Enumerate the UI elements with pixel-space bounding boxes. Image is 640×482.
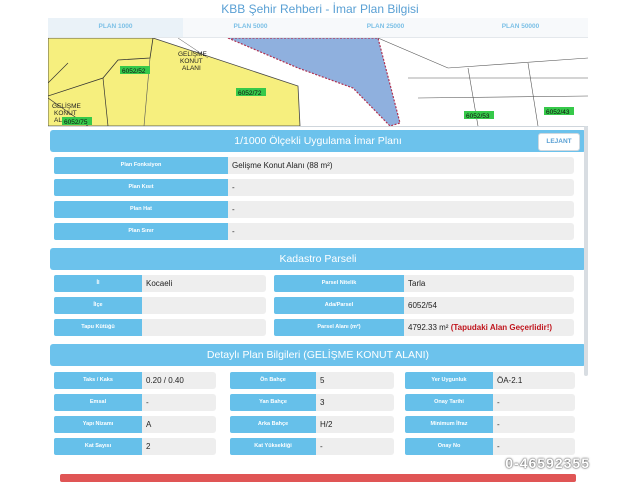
listing-id-watermark: 0-46592355 bbox=[505, 455, 590, 471]
kadastro-row-nitelik: Parsel Nitelik Tarla bbox=[274, 275, 574, 292]
kadastro-row-ada-parsel: Ada/Parsel 6052/54 bbox=[274, 297, 574, 314]
warning-bar bbox=[60, 474, 576, 482]
parcel-label-6052-52: 6052/52 bbox=[122, 68, 146, 75]
parcel-label-6052-75: 6052/75 bbox=[64, 119, 88, 126]
scrollbar[interactable] bbox=[584, 126, 588, 376]
detay-row-onay-no: Onay No - bbox=[405, 438, 575, 455]
svg-text:KONUT: KONUT bbox=[180, 58, 203, 65]
map-label-zone-1: GELİŞME bbox=[178, 49, 208, 58]
detay-row-kat-yuksekligi: Kat Yüksekliği - bbox=[230, 438, 394, 455]
detay-row-minimum-ifraz: Minimum İfraz - bbox=[405, 416, 575, 433]
detay-row-nizam: Yapı Nizamı A bbox=[54, 416, 216, 433]
detay-row-kat-sayisi: Kat Sayısı 2 bbox=[54, 438, 216, 455]
plan-scale-tabs: PLAN 1000 PLAN 5000 PLAN 25000 PLAN 5000… bbox=[48, 18, 588, 38]
detay-row-on-bahce: Ön Bahçe 5 bbox=[230, 372, 394, 389]
detay-row-yan-bahce: Yan Bahçe 3 bbox=[230, 394, 394, 411]
plan-row-border: Plan Sınır - bbox=[54, 223, 574, 240]
detay-row-onay-tarihi: Onay Tarihi - bbox=[405, 394, 575, 411]
parcel-label-6052-72: 6052/72 bbox=[238, 90, 262, 97]
detay-section-header: Detaylı Plan Bilgileri (GELİŞME KONUT AL… bbox=[50, 344, 586, 366]
parcel-label-6052-43: 6052/43 bbox=[546, 109, 570, 116]
plan-row-function: Plan Fonksiyon Gelişme Konut Alanı (88 m… bbox=[54, 157, 574, 174]
parcel-label-6052-53: 6052/53 bbox=[466, 113, 490, 120]
plan-row-line: Plan Hat - bbox=[54, 201, 574, 218]
svg-text:ALANI: ALANI bbox=[182, 65, 201, 72]
detay-row-yer-uygunluk: Yer Uygunluk ÖA-2.1 bbox=[405, 372, 575, 389]
kadastro-section-title: Kadastro Parseli bbox=[279, 253, 357, 265]
page-title: KBB Şehir Rehberi - İmar Plan Bilgisi bbox=[221, 2, 419, 16]
plan-section-title: 1/1000 Ölçekli Uygulama İmar Planı bbox=[234, 135, 402, 147]
tab-plan-50000[interactable]: PLAN 50000 bbox=[453, 18, 588, 38]
kadastro-row-il: İl Kocaeli bbox=[54, 275, 266, 292]
detay-row-arka-bahce: Arka Bahçe H/2 bbox=[230, 416, 394, 433]
map-label-zone-2: GELİŞME bbox=[52, 101, 82, 110]
plan-map-canvas: GELİŞME KONUT ALANI 6052/52 6052/72 GELİ… bbox=[48, 38, 588, 126]
parcel-area-value: 4792.33 m² bbox=[408, 323, 449, 332]
detay-section-title: Detaylı Plan Bilgileri (GELİŞME KONUT AL… bbox=[206, 349, 430, 361]
kadastro-row-alan: Parsel Alanı (m²) 4792.33 m² (Tapudaki A… bbox=[274, 319, 574, 336]
plan-row-constraint: Plan Kısıt - bbox=[54, 179, 574, 196]
kadastro-row-tapu: Tapu Kütüğü bbox=[54, 319, 266, 336]
plan-section-header: 1/1000 Ölçekli Uygulama İmar Planı LEJAN… bbox=[50, 130, 586, 152]
legend-button[interactable]: LEJANT bbox=[538, 133, 580, 151]
plan-map[interactable]: GELİŞME KONUT ALANI 6052/52 6052/72 GELİ… bbox=[48, 38, 588, 127]
kadastro-section-header: Kadastro Parseli bbox=[50, 248, 586, 270]
tab-plan-1000[interactable]: PLAN 1000 bbox=[48, 18, 183, 38]
svg-text:KONUT: KONUT bbox=[54, 110, 77, 117]
parcel-area-note: (Tapudaki Alan Geçerlidir!) bbox=[450, 323, 553, 332]
detay-row-emsal: Emsal - bbox=[54, 394, 216, 411]
detay-row-taks: Taks / Kaks 0.20 / 0.40 bbox=[54, 372, 216, 389]
tab-plan-5000[interactable]: PLAN 5000 bbox=[183, 18, 318, 38]
kadastro-row-ilce: İlçe bbox=[54, 297, 266, 314]
tab-plan-25000[interactable]: PLAN 25000 bbox=[318, 18, 453, 38]
